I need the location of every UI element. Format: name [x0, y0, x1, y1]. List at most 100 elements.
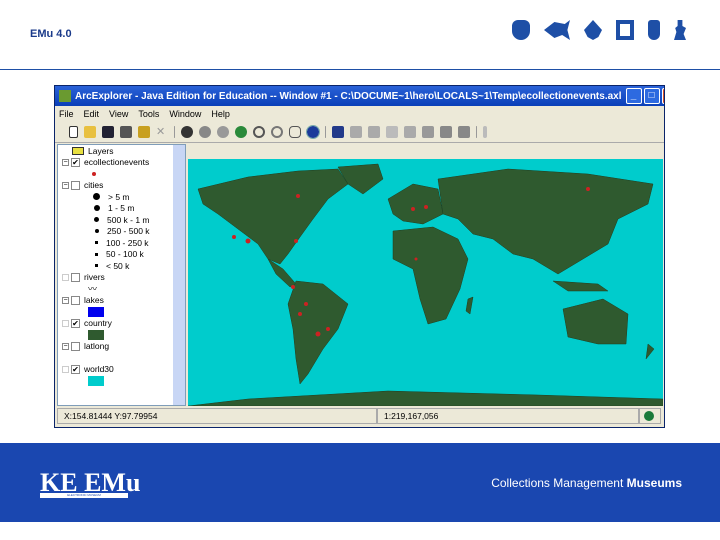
layer-checkbox-world30[interactable]: ✔: [71, 364, 80, 374]
clear-icon[interactable]: [386, 125, 398, 138]
coordinates-readout: X:154.81444 Y:97.79954: [57, 408, 377, 424]
event-point: [411, 207, 415, 211]
title-bar[interactable]: ArcExplorer - Java Edition for Education…: [55, 86, 664, 106]
remove-layer-icon[interactable]: ✕: [156, 126, 168, 138]
layer-name[interactable]: lakes: [84, 295, 104, 305]
point-symbol: [92, 171, 96, 176]
north-america: [197, 168, 349, 265]
line-symbol: 〰: [88, 284, 98, 295]
tagline-bold: Museums: [626, 476, 682, 490]
toolbar: ✕: [55, 121, 664, 143]
header-divider: [0, 69, 720, 70]
menu-view[interactable]: View: [109, 109, 128, 119]
indonesia: [552, 280, 609, 292]
app-title: EMu 4.0: [30, 28, 72, 40]
hotlink-icon[interactable]: [483, 125, 487, 138]
layer-name[interactable]: country: [84, 318, 112, 328]
expand-toggle[interactable]: [62, 273, 69, 281]
zoom-in-icon[interactable]: [253, 125, 265, 138]
zoom-layer-icon[interactable]: [199, 125, 211, 138]
event-point: [424, 205, 428, 209]
fish-icon: [544, 20, 570, 40]
event-point: [414, 257, 418, 261]
expand-toggle[interactable]: [62, 365, 69, 373]
legend-scrollbar[interactable]: [173, 145, 185, 405]
city-symbol: [94, 205, 100, 212]
layer-checkbox-cities[interactable]: [71, 180, 80, 190]
class-label: > 5 m: [108, 191, 130, 202]
zoom-previous-icon[interactable]: [217, 125, 229, 138]
event-point: [304, 302, 308, 306]
menu-file[interactable]: File: [59, 109, 74, 119]
expand-toggle[interactable]: [62, 319, 69, 327]
menu-bar: File Edit View Tools Window Help: [55, 106, 664, 121]
menu-tools[interactable]: Tools: [138, 109, 159, 119]
logo-subtitle: ELECTRONIC MUSEUM: [40, 493, 128, 498]
save-icon[interactable]: [102, 125, 114, 138]
world30-swatch: [88, 375, 104, 386]
legend-icon[interactable]: [458, 125, 470, 138]
map-view[interactable]: [188, 159, 663, 406]
toolbar-separator: [476, 125, 477, 138]
layer-checkbox-rivers[interactable]: [71, 272, 80, 282]
collapse-toggle[interactable]: −: [62, 158, 69, 166]
madagascar: [465, 296, 474, 315]
event-point: [298, 312, 302, 316]
app-icon: [59, 90, 71, 102]
find-icon[interactable]: [332, 125, 344, 138]
event-point: [232, 235, 236, 239]
arcexplorer-window: ArcExplorer - Java Edition for Education…: [54, 85, 665, 428]
layer-checkbox-lakes[interactable]: [71, 295, 80, 305]
print-icon[interactable]: [120, 125, 132, 138]
event-point: [291, 285, 295, 289]
class-label: 500 k - 1 m: [107, 214, 150, 225]
menu-edit[interactable]: Edit: [84, 109, 100, 119]
layer-checkbox-latlong[interactable]: [71, 341, 80, 351]
new-icon[interactable]: [69, 125, 78, 138]
class-label: 250 - 500 k: [107, 226, 150, 237]
collapse-toggle[interactable]: −: [62, 181, 69, 189]
layer-checkbox-country[interactable]: ✔: [71, 318, 80, 328]
layer-name[interactable]: cities: [84, 180, 103, 190]
class-label: 100 - 250 k: [106, 237, 149, 248]
event-point: [586, 187, 590, 191]
table-icon[interactable]: [422, 125, 434, 138]
globe-status-icon: [639, 408, 661, 424]
vase-icon: [648, 20, 660, 40]
layer-name[interactable]: rivers: [84, 272, 105, 282]
city-symbol: [95, 241, 98, 245]
close-button[interactable]: ✕: [661, 88, 664, 104]
query-icon[interactable]: [350, 125, 362, 138]
minimize-button[interactable]: _: [625, 88, 642, 104]
collapse-toggle[interactable]: −: [62, 342, 69, 350]
menu-help[interactable]: Help: [211, 109, 230, 119]
add-layer-icon[interactable]: [138, 125, 150, 138]
city-symbol: [95, 252, 98, 256]
identify-icon[interactable]: [306, 124, 320, 139]
menu-window[interactable]: Window: [169, 109, 201, 119]
country-swatch: [88, 329, 104, 340]
lakes-swatch: [88, 306, 104, 317]
properties-icon[interactable]: [440, 125, 452, 138]
tagline-text: Collections Management: [491, 476, 624, 490]
select-icon[interactable]: [368, 125, 380, 138]
scale-readout: 1:219,167,056: [377, 408, 639, 424]
collapse-toggle[interactable]: −: [62, 296, 69, 304]
layer-name[interactable]: world30: [84, 364, 114, 374]
layer-checkbox-ecollectionevents[interactable]: ✔: [71, 157, 80, 167]
antarctica: [188, 390, 663, 406]
new-zealand: [645, 343, 655, 360]
layer-name[interactable]: ecollectionevents: [84, 157, 149, 167]
open-icon[interactable]: [84, 125, 96, 138]
pan-icon[interactable]: [289, 125, 301, 138]
tagline: Collections Management Museums: [491, 476, 682, 490]
globe-icon[interactable]: [235, 125, 247, 138]
city-symbol: [95, 229, 99, 234]
zoom-out-icon[interactable]: [271, 125, 283, 138]
frame-icon: [616, 20, 634, 40]
zoom-full-icon[interactable]: [181, 125, 193, 138]
layers-icon: [72, 146, 84, 155]
measure-icon[interactable]: [404, 125, 416, 138]
layer-name[interactable]: latlong: [84, 341, 109, 351]
maximize-button[interactable]: □: [643, 88, 660, 104]
